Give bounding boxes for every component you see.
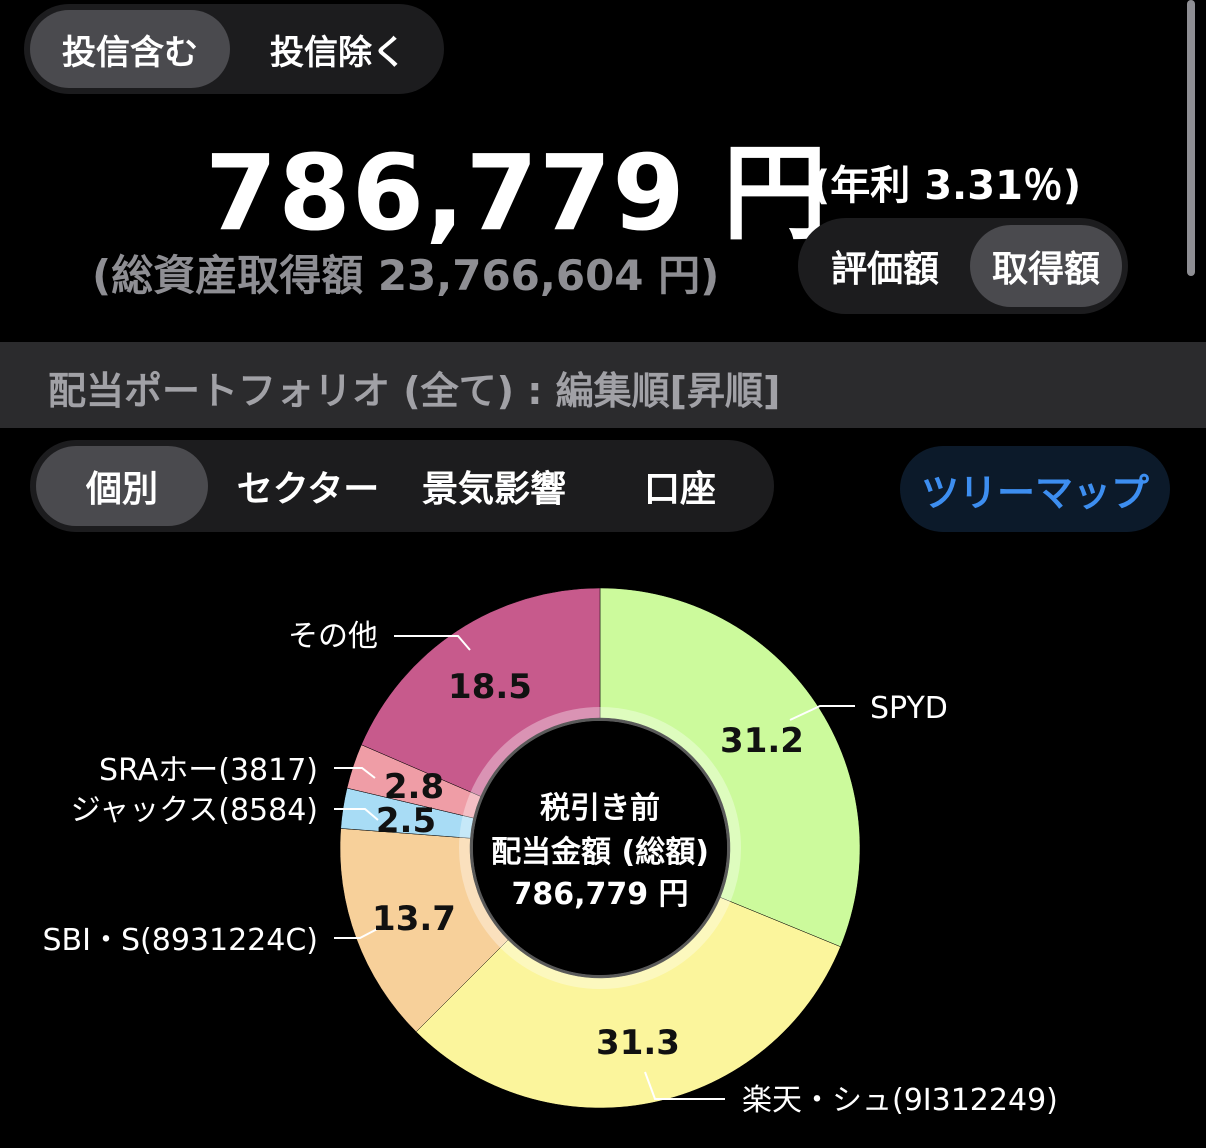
scrollbar[interactable] [1187, 0, 1195, 276]
tab-sector[interactable]: セクター [220, 446, 396, 526]
value-option-acquisition-cost[interactable]: 取得額 [970, 225, 1122, 307]
tab-account[interactable]: 口座 [592, 446, 768, 526]
slice-value-label: 13.7 [372, 899, 456, 939]
annual-yield-rate: (年利 3.31％) [812, 163, 1082, 209]
slice-value-label: 2.8 [384, 767, 444, 807]
slice-value-label: 31.2 [720, 721, 804, 761]
section-header: 配当ポートフォリオ (全て) : 編集順[昇順] [0, 342, 1206, 428]
value-basis-segmented-control: 評価額 取得額 [798, 218, 1128, 314]
grouping-segmented-control: 個別 セクター 景気影響 口座 [30, 440, 774, 532]
scope-segmented-control: 投信含む 投信除く [24, 4, 444, 94]
slice-value-label: 2.5 [376, 801, 436, 841]
total-acquisition-cost: (総資産取得額 23,766,604 円) [92, 251, 720, 300]
dividend-portfolio-screen: 投信含む 投信除く 786,779 円 (年利 3.31％) (総資産取得額 2… [0, 0, 1206, 1148]
slice-value-label: 18.5 [448, 667, 532, 707]
donut-center-text: 786,779 円 [511, 877, 688, 912]
slice-name-label: SRAホー(3817) [99, 753, 318, 788]
annual-dividend-amount: 786,779 円 [205, 132, 828, 254]
donut-center-text: 配当金額 (総額) [491, 835, 709, 870]
slice-name-label: ジャックス(8584) [71, 793, 318, 828]
slice-name-label: SPYD [870, 691, 948, 726]
tab-individual[interactable]: 個別 [36, 446, 208, 526]
dividend-donut-chart: 31.2 SPYD 31.3 楽天・シュ(9I312249) 13.7 SBI・S(893… [43, 587, 1058, 1118]
donut-center-text: 税引き前 [540, 791, 660, 826]
tab-economic-impact[interactable]: 景気影響 [406, 446, 582, 526]
value-option-market-value[interactable]: 評価額 [806, 225, 964, 307]
treemap-button[interactable]: ツリーマップ [900, 446, 1170, 532]
section-title: 配当ポートフォリオ (全て) : 編集順[昇順] [48, 369, 781, 413]
slice-name-label: その他 [288, 619, 378, 654]
slice-name-label: 楽天・シュ(9I312249) [742, 1083, 1058, 1118]
scope-option-include-funds[interactable]: 投信含む [30, 10, 230, 88]
scope-option-exclude-funds[interactable]: 投信除く [238, 10, 438, 88]
slice-name-label: SBI・S(8931224C) [43, 923, 318, 958]
slice-value-label: 31.3 [596, 1023, 680, 1063]
